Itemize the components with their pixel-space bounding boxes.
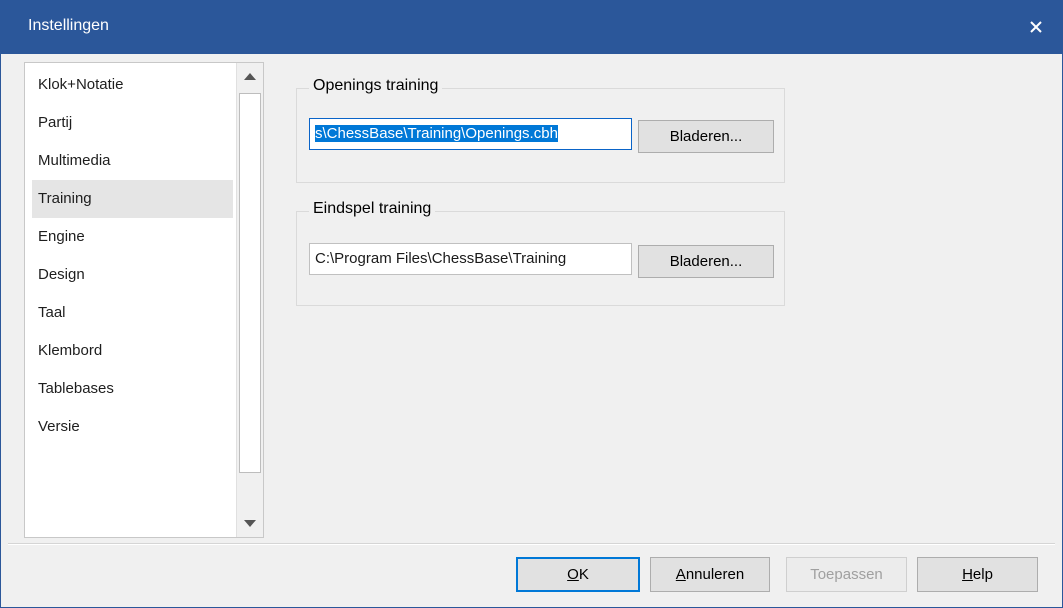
sidebar-item-design[interactable]: Design [32,256,233,294]
openings-path-text: s\ChessBase\Training\Openings.cbh [315,125,558,142]
cancel-button[interactable]: Annuleren [650,557,770,592]
scroll-thumb[interactable] [239,93,261,473]
sidebar-item-tablebases[interactable]: Tablebases [32,370,233,408]
chevron-down-icon [244,520,256,527]
chevron-up-icon [244,73,256,80]
help-mnemonic: H [962,566,973,583]
sidebar-item-partij[interactable]: Partij [32,104,233,142]
scroll-up-button[interactable] [237,63,263,89]
sidebar-item-multimedia[interactable]: Multimedia [32,142,233,180]
help-button[interactable]: Help [917,557,1038,592]
cancel-mnemonic: A [675,566,686,583]
ok-button[interactable]: OK [516,557,640,592]
close-button[interactable] [1009,0,1063,54]
sidebar-item-taal[interactable]: Taal [32,294,233,332]
sidebar-item-versie[interactable]: Versie [32,408,233,446]
openings-browse-button[interactable]: Bladeren... [638,120,774,153]
sidebar-item-klok-notatie[interactable]: Klok+Notatie [32,66,233,104]
scroll-down-button[interactable] [237,511,263,537]
window-title: Instellingen [28,17,109,34]
endgame-training-group: Eindspel training C:\Program Files\Chess… [296,200,785,306]
sidebar-item-engine[interactable]: Engine [32,218,233,256]
endgame-path-input[interactable]: C:\Program Files\ChessBase\Training [309,243,632,275]
ok-label-rest: K [578,566,589,583]
title-bar: Instellingen [0,0,1063,54]
sidebar-item-klembord[interactable]: Klembord [32,332,233,370]
ok-mnemonic: O [567,566,579,583]
category-list[interactable]: Klok+Notatie Partij Multimedia Training … [24,62,264,538]
openings-training-group: Openings training s\ChessBase\Training\O… [296,77,785,183]
help-label-rest: elp [972,566,993,583]
endgame-training-legend: Eindspel training [309,200,436,218]
openings-path-input[interactable]: s\ChessBase\Training\Openings.cbh [309,118,632,150]
sidebar-item-training[interactable]: Training [32,180,233,218]
list-scrollbar[interactable] [236,63,263,537]
cancel-label-rest: nnuleren [685,566,745,583]
apply-button[interactable]: Toepassen [786,557,907,592]
endgame-path-text: C:\Program Files\ChessBase\Training [315,250,567,267]
endgame-browse-button[interactable]: Bladeren... [638,245,774,278]
footer-divider [8,543,1055,545]
close-icon [1030,21,1042,33]
openings-training-legend: Openings training [309,77,443,95]
